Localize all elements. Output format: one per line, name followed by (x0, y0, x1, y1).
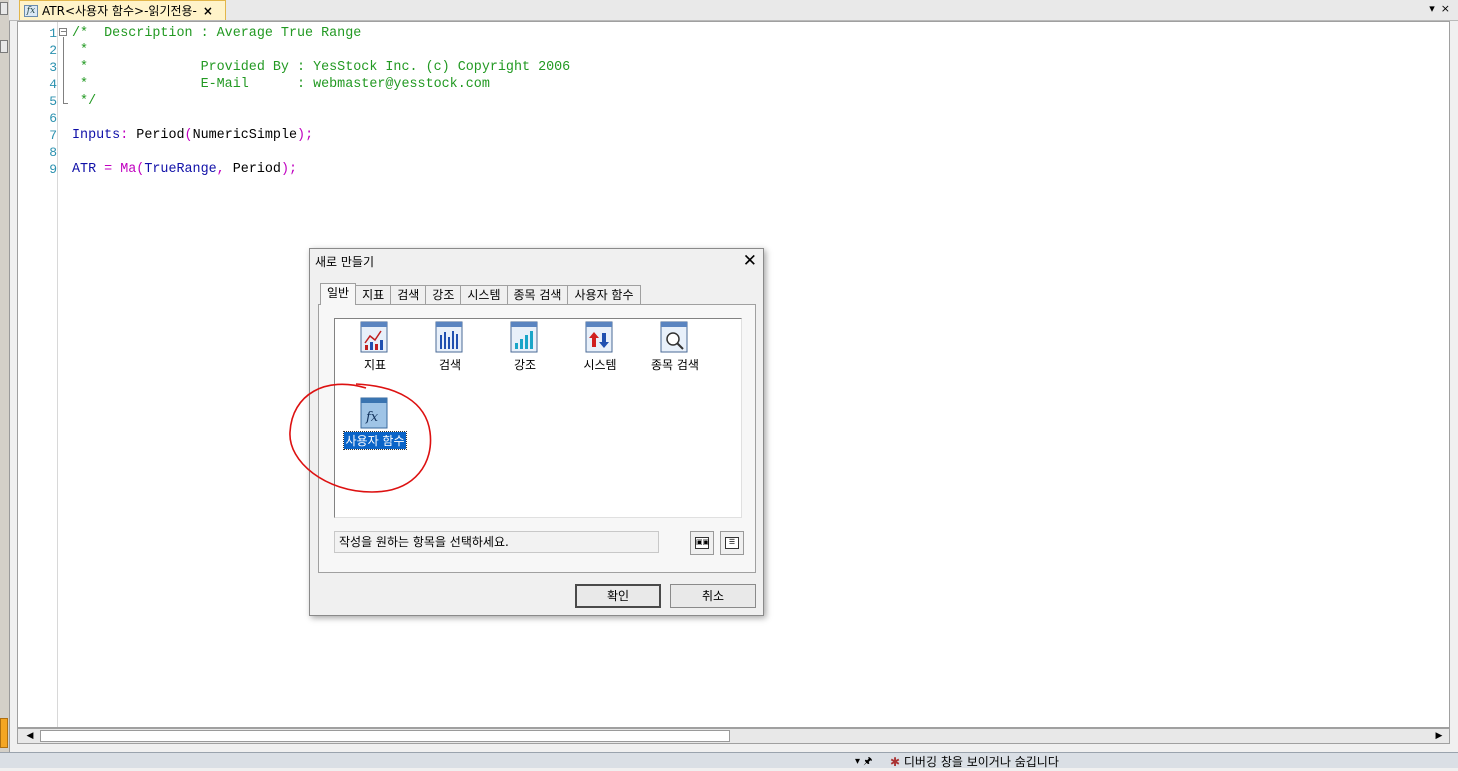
list-item-indicator[interactable]: 지표 (337, 321, 413, 373)
pin-dropdown-icon[interactable]: ▾ 🖈 (855, 754, 872, 771)
item-label: 강조 (513, 358, 537, 372)
code-line[interactable]: 6 (18, 110, 1418, 127)
ok-button[interactable]: 확인 (575, 584, 661, 608)
fx-function-icon: fx (24, 4, 38, 17)
code-line[interactable]: 4 * E-Mail : webmaster@yesstock.com (18, 76, 1418, 93)
line-number: 2 (49, 43, 57, 58)
code-line[interactable]: 8 (18, 144, 1418, 161)
code-token: NumericSimple (192, 128, 298, 143)
code-token: */ (72, 94, 97, 109)
line-number: 5 (49, 94, 57, 109)
item-label: 종목 검색 (651, 358, 699, 372)
indicator-chart-icon (360, 321, 388, 353)
scroll-right-icon[interactable]: ▶ (1431, 729, 1447, 743)
code-text: * E-Mail : webmaster@yesstock.com (72, 76, 490, 93)
list-view-icon: ☰ (725, 537, 739, 549)
large-icons-icon: ▣▣ (695, 537, 709, 549)
tab-1[interactable]: 지표 (355, 285, 392, 305)
close-window-icon[interactable]: × (1441, 2, 1450, 15)
code-token: /* Description : Average True Range (72, 26, 362, 41)
code-line[interactable]: 3 * Provided By : YesStock Inc. (c) Copy… (18, 59, 1418, 76)
close-tab-icon[interactable]: × (203, 4, 213, 18)
code-text: ATR = Ma(TrueRange, Period); (72, 161, 297, 178)
tab-4[interactable]: 시스템 (460, 285, 508, 305)
line-number: 9 (49, 162, 57, 177)
red-annotation-circle (289, 383, 432, 493)
dialog-title: 새로 만들기 (315, 255, 375, 269)
dialog-close-icon[interactable]: ✕ (743, 250, 757, 272)
bottom-status-bar: ▾ 🖈 ✱ 디버깅 창을 보이거나 숨깁니다 (0, 752, 1458, 771)
left-strip-orange-tab[interactable] (0, 718, 8, 748)
code-line[interactable]: 1 /* Description : Average True Range (18, 25, 1418, 42)
code-token: , (216, 162, 233, 177)
code-text: */ (72, 93, 96, 110)
tab-6[interactable]: 사용자 함수 (567, 285, 641, 305)
scroll-left-icon[interactable]: ◀ (22, 729, 38, 743)
line-number: 4 (49, 77, 57, 92)
code-token: * (72, 43, 89, 58)
code-token: ATR (72, 162, 97, 177)
item-label: 검색 (438, 358, 462, 372)
list-item-stock-search[interactable]: 종목 검색 (637, 321, 713, 373)
code-line[interactable]: 2 * (18, 42, 1418, 59)
code-token: Period (136, 128, 185, 143)
line-number: 8 (49, 145, 57, 160)
horizontal-scrollbar[interactable]: ◀ ▶ (17, 728, 1450, 744)
tab-3[interactable]: 강조 (425, 285, 462, 305)
code-token: * Provided By : YesStock Inc. (c) Copyri… (72, 60, 571, 75)
code-token: : (120, 128, 137, 143)
left-strip-button[interactable] (0, 40, 8, 53)
large-icon-view-button[interactable]: ▣▣ (690, 531, 714, 555)
dialog-tab-strip: 일반 지표 검색 강조 시스템 종목 검색 사용자 함수 (320, 283, 641, 305)
item-label: 지표 (363, 358, 387, 372)
tab-5[interactable]: 종목 검색 (506, 285, 569, 305)
tab-list-dropdown-icon[interactable]: ▾ (1429, 2, 1435, 15)
debug-toggle-message[interactable]: ✱ 디버깅 창을 보이거나 숨깁니다 (890, 753, 1059, 770)
left-toolbar-strip (0, 0, 10, 752)
code-token: = (96, 162, 121, 177)
code-text: /* Description : Average True Range (72, 25, 361, 42)
list-item-search[interactable]: 검색 (412, 321, 488, 373)
tab-2[interactable]: 검색 (390, 285, 427, 305)
system-arrows-icon (585, 321, 613, 353)
document-tab-title: ATR<사용자 함수>-읽기전용- (42, 4, 197, 18)
code-text: * Provided By : YesStock Inc. (c) Copyri… (72, 59, 570, 76)
tab-0[interactable]: 일반 (320, 283, 357, 305)
code-token: ( (184, 128, 193, 143)
code-token: Ma (120, 162, 137, 177)
line-number: 1 (49, 26, 57, 41)
code-token: ); (297, 128, 314, 143)
code-line[interactable]: 7 Inputs: Period(NumericSimple); (18, 127, 1418, 144)
line-number: 6 (49, 111, 57, 126)
code-line[interactable]: 5 */ (18, 93, 1418, 110)
document-tab-bar: fx ATR<사용자 함수>-읽기전용- × ▾ × (9, 0, 1458, 21)
item-label: 시스템 (583, 358, 617, 372)
code-token: ); (280, 162, 298, 177)
scrollbar-thumb[interactable] (40, 730, 730, 742)
description-field: 작성을 원하는 항목을 선택하세요. (334, 531, 659, 553)
line-number: 7 (49, 128, 57, 143)
code-line[interactable]: 9 ATR = Ma(TrueRange, Period); (18, 161, 1418, 178)
line-number: 3 (49, 60, 57, 75)
document-tab-atr[interactable]: fx ATR<사용자 함수>-읽기전용- × (19, 0, 226, 20)
code-token: Period (232, 162, 281, 177)
list-view-button[interactable]: ☰ (720, 531, 744, 555)
code-token: Inputs (72, 128, 121, 143)
search-bars-icon (435, 321, 463, 353)
code-token: * E-Mail : webmaster@yesstock.com (72, 77, 490, 92)
list-item-highlight[interactable]: 강조 (487, 321, 563, 373)
code-token: TrueRange (144, 162, 217, 177)
list-item-system[interactable]: 시스템 (562, 321, 638, 373)
highlight-bars-icon (510, 321, 538, 353)
left-strip-button[interactable] (0, 2, 8, 15)
code-text: Inputs: Period(NumericSimple); (72, 127, 313, 144)
code-text: * (72, 42, 88, 59)
stock-search-magnifier-icon (660, 321, 688, 353)
cancel-button[interactable]: 취소 (670, 584, 756, 608)
